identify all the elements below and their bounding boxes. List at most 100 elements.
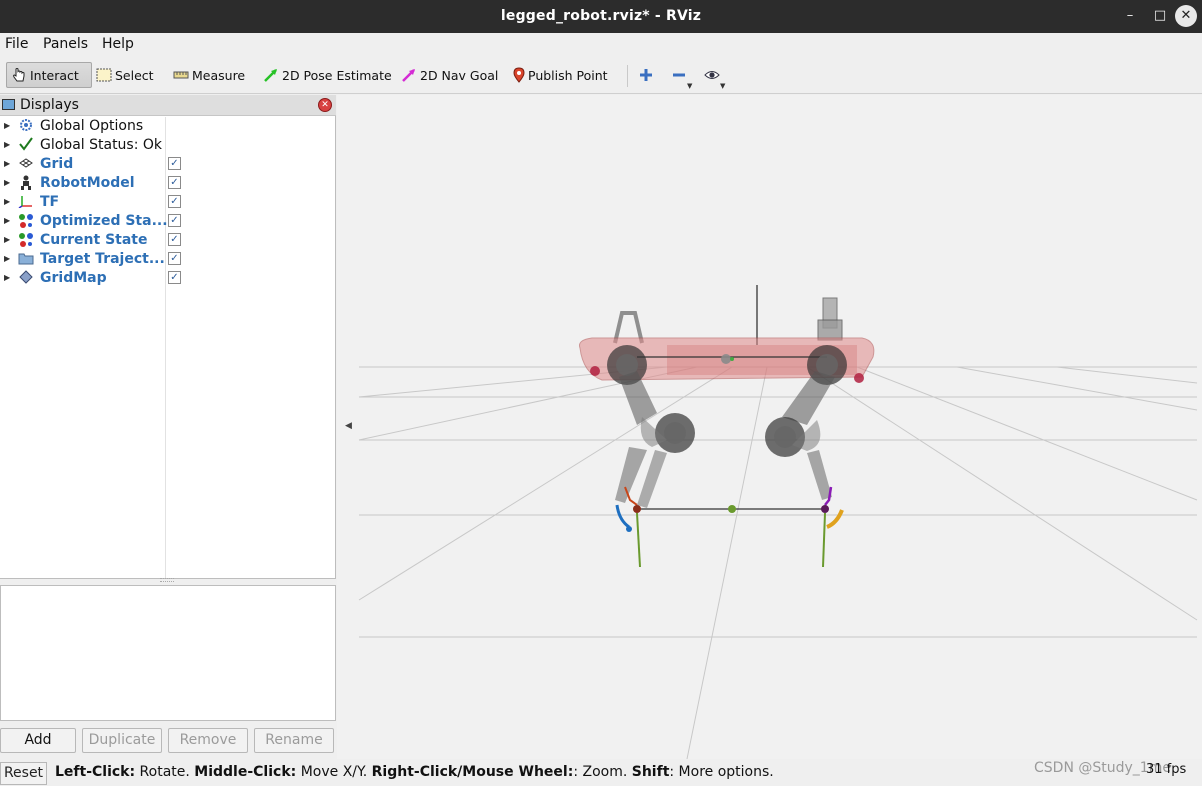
menu-help[interactable]: Help — [102, 36, 134, 52]
rviz-window: legged_robot.rviz* - RViz – □ ✕ File Pan… — [0, 0, 1202, 786]
display-enable-checkbox[interactable]: ✓ — [168, 252, 181, 265]
hint-zoom-text: : Zoom. — [573, 764, 632, 780]
display-row-label: Optimized Sta... — [40, 213, 168, 229]
display-enable-checkbox[interactable]: ✓ — [168, 195, 181, 208]
expand-arrow-icon[interactable]: ▶ — [4, 273, 10, 282]
tool-bar: Interact Select Measure 2D Pose Estimate… — [0, 56, 1202, 94]
duplicate-display-button[interactable]: Duplicate — [82, 728, 162, 753]
expand-arrow-icon[interactable]: ▶ — [4, 254, 10, 263]
reset-view-button[interactable]: Reset — [0, 762, 47, 785]
scene-render — [358, 285, 1198, 759]
gear-icon — [18, 118, 34, 134]
ruler-icon — [173, 71, 189, 79]
displays-panel: Displays ✕ ▶ Global Options ▶ Global Status… — [0, 95, 336, 579]
minus-icon — [673, 73, 685, 77]
nav-goal-tool-button[interactable]: 2D Nav Goal — [401, 62, 498, 88]
display-row[interactable]: ▶ RobotModel ✓ — [0, 174, 336, 193]
expand-arrow-icon[interactable]: ▶ — [4, 178, 10, 187]
hint-left-click-key: Left-Click: — [55, 764, 136, 780]
display-enable-checkbox[interactable]: ✓ — [168, 176, 181, 189]
display-row-label: Target Traject... — [40, 251, 165, 267]
collapse-left-icon[interactable]: ◀ — [345, 421, 352, 431]
expand-arrow-icon[interactable]: ▶ — [4, 159, 10, 168]
expand-arrow-icon[interactable]: ▶ — [4, 216, 10, 225]
display-row[interactable]: ▶ TF ✓ — [0, 193, 336, 212]
plus-icon — [640, 69, 652, 81]
display-row[interactable]: ▶ Target Traject... ✓ — [0, 250, 336, 269]
fps-counter: 31 fps — [1146, 762, 1187, 777]
hint-rotate-text: Rotate. — [135, 764, 195, 780]
display-row[interactable]: ▶ Global Status: Ok — [0, 136, 336, 155]
view-controls-hint: Left-Click: Rotate. Middle-Click: Move X… — [55, 764, 774, 780]
display-description-panel — [0, 585, 336, 721]
display-row[interactable]: ▶ Optimized Sta... ✓ — [0, 212, 336, 231]
interact-tool-button[interactable]: Interact — [6, 62, 92, 88]
hand-pointer-icon — [13, 68, 25, 82]
measure-tool-button[interactable]: Measure — [173, 62, 245, 88]
display-row[interactable]: ▶ Grid ✓ — [0, 155, 336, 174]
display-row-label: Global Status: Ok — [40, 137, 163, 153]
title-bar: legged_robot.rviz* - RViz – □ ✕ — [0, 0, 1202, 33]
gridmap-icon — [18, 270, 34, 286]
remove-tool-dropdown-icon[interactable]: ▼ — [687, 82, 692, 90]
menu-file[interactable]: File — [5, 36, 28, 52]
display-row-label: Grid — [40, 156, 74, 172]
display-row-label: Current State — [40, 232, 148, 248]
eye-icon — [704, 71, 720, 79]
marker-array-icon — [18, 213, 34, 229]
display-enable-checkbox[interactable]: ✓ — [168, 233, 181, 246]
maximize-icon[interactable]: □ — [1150, 6, 1170, 26]
expand-arrow-icon[interactable]: ▶ — [4, 121, 10, 130]
display-row-label: RobotModel — [40, 175, 135, 191]
hint-right-click-key: Right-Click/Mouse Wheel: — [371, 764, 574, 780]
menu-panels[interactable]: Panels — [43, 36, 88, 52]
publish-point-tool-button[interactable]: Publish Point — [513, 62, 608, 88]
select-box-icon — [96, 68, 112, 82]
robot-icon — [18, 175, 34, 191]
expand-arrow-icon[interactable]: ▶ — [4, 235, 10, 244]
expand-arrow-icon[interactable]: ▶ — [4, 197, 10, 206]
close-panel-icon[interactable]: ✕ — [318, 98, 332, 112]
splitter-handle[interactable] — [160, 578, 174, 582]
display-row[interactable]: ▶ GridMap ✓ — [0, 269, 336, 288]
display-row-label: GridMap — [40, 270, 107, 286]
folder-icon — [18, 251, 34, 267]
axes-icon — [18, 194, 34, 210]
robot-model — [579, 285, 875, 568]
select-tool-label: Select — [115, 67, 154, 83]
display-enable-checkbox[interactable]: ✓ — [168, 214, 181, 227]
status-bar: Reset Left-Click: Rotate. Middle-Click: … — [0, 760, 1202, 786]
displays-title: Displays — [20, 97, 79, 113]
view-tool-dropdown-icon[interactable]: ▼ — [720, 82, 725, 90]
expand-arrow-icon[interactable]: ▶ — [4, 140, 10, 149]
close-window-icon[interactable]: ✕ — [1175, 5, 1197, 27]
marker-array-icon — [18, 232, 34, 248]
add-tool-icon[interactable] — [639, 62, 653, 88]
3d-viewport[interactable]: ◀ — [337, 95, 1202, 759]
display-row[interactable]: ▶ Global Options — [0, 117, 336, 136]
hint-more-text: : More options. — [669, 764, 774, 780]
display-row-label: Global Options — [40, 118, 144, 134]
interact-tool-label: Interact — [30, 67, 79, 83]
publish-point-tool-label: Publish Point — [528, 67, 608, 83]
display-row[interactable]: ▶ Current State ✓ — [0, 231, 336, 250]
display-row-label: TF — [40, 194, 60, 210]
displays-header: Displays ✕ — [0, 95, 336, 116]
pose-estimate-tool-button[interactable]: 2D Pose Estimate — [263, 62, 392, 88]
check-icon — [18, 137, 34, 153]
remove-display-button[interactable]: Remove — [168, 728, 248, 753]
magenta-arrow-icon — [402, 69, 415, 82]
nav-goal-tool-label: 2D Nav Goal — [420, 67, 499, 83]
hint-move-text: Move X/Y. — [296, 764, 372, 780]
add-display-button[interactable]: Add — [0, 728, 76, 753]
display-enable-checkbox[interactable]: ✓ — [168, 157, 181, 170]
green-arrow-icon — [264, 69, 277, 82]
minimize-icon[interactable]: – — [1120, 6, 1140, 26]
select-tool-button[interactable]: Select — [96, 62, 154, 88]
hint-shift-key: Shift — [631, 764, 670, 780]
hint-middle-click-key: Middle-Click: — [194, 764, 297, 780]
window-title: legged_robot.rviz* - RViz — [500, 8, 702, 24]
grid-icon — [18, 156, 34, 172]
rename-display-button[interactable]: Rename — [254, 728, 334, 753]
display-enable-checkbox[interactable]: ✓ — [168, 271, 181, 284]
